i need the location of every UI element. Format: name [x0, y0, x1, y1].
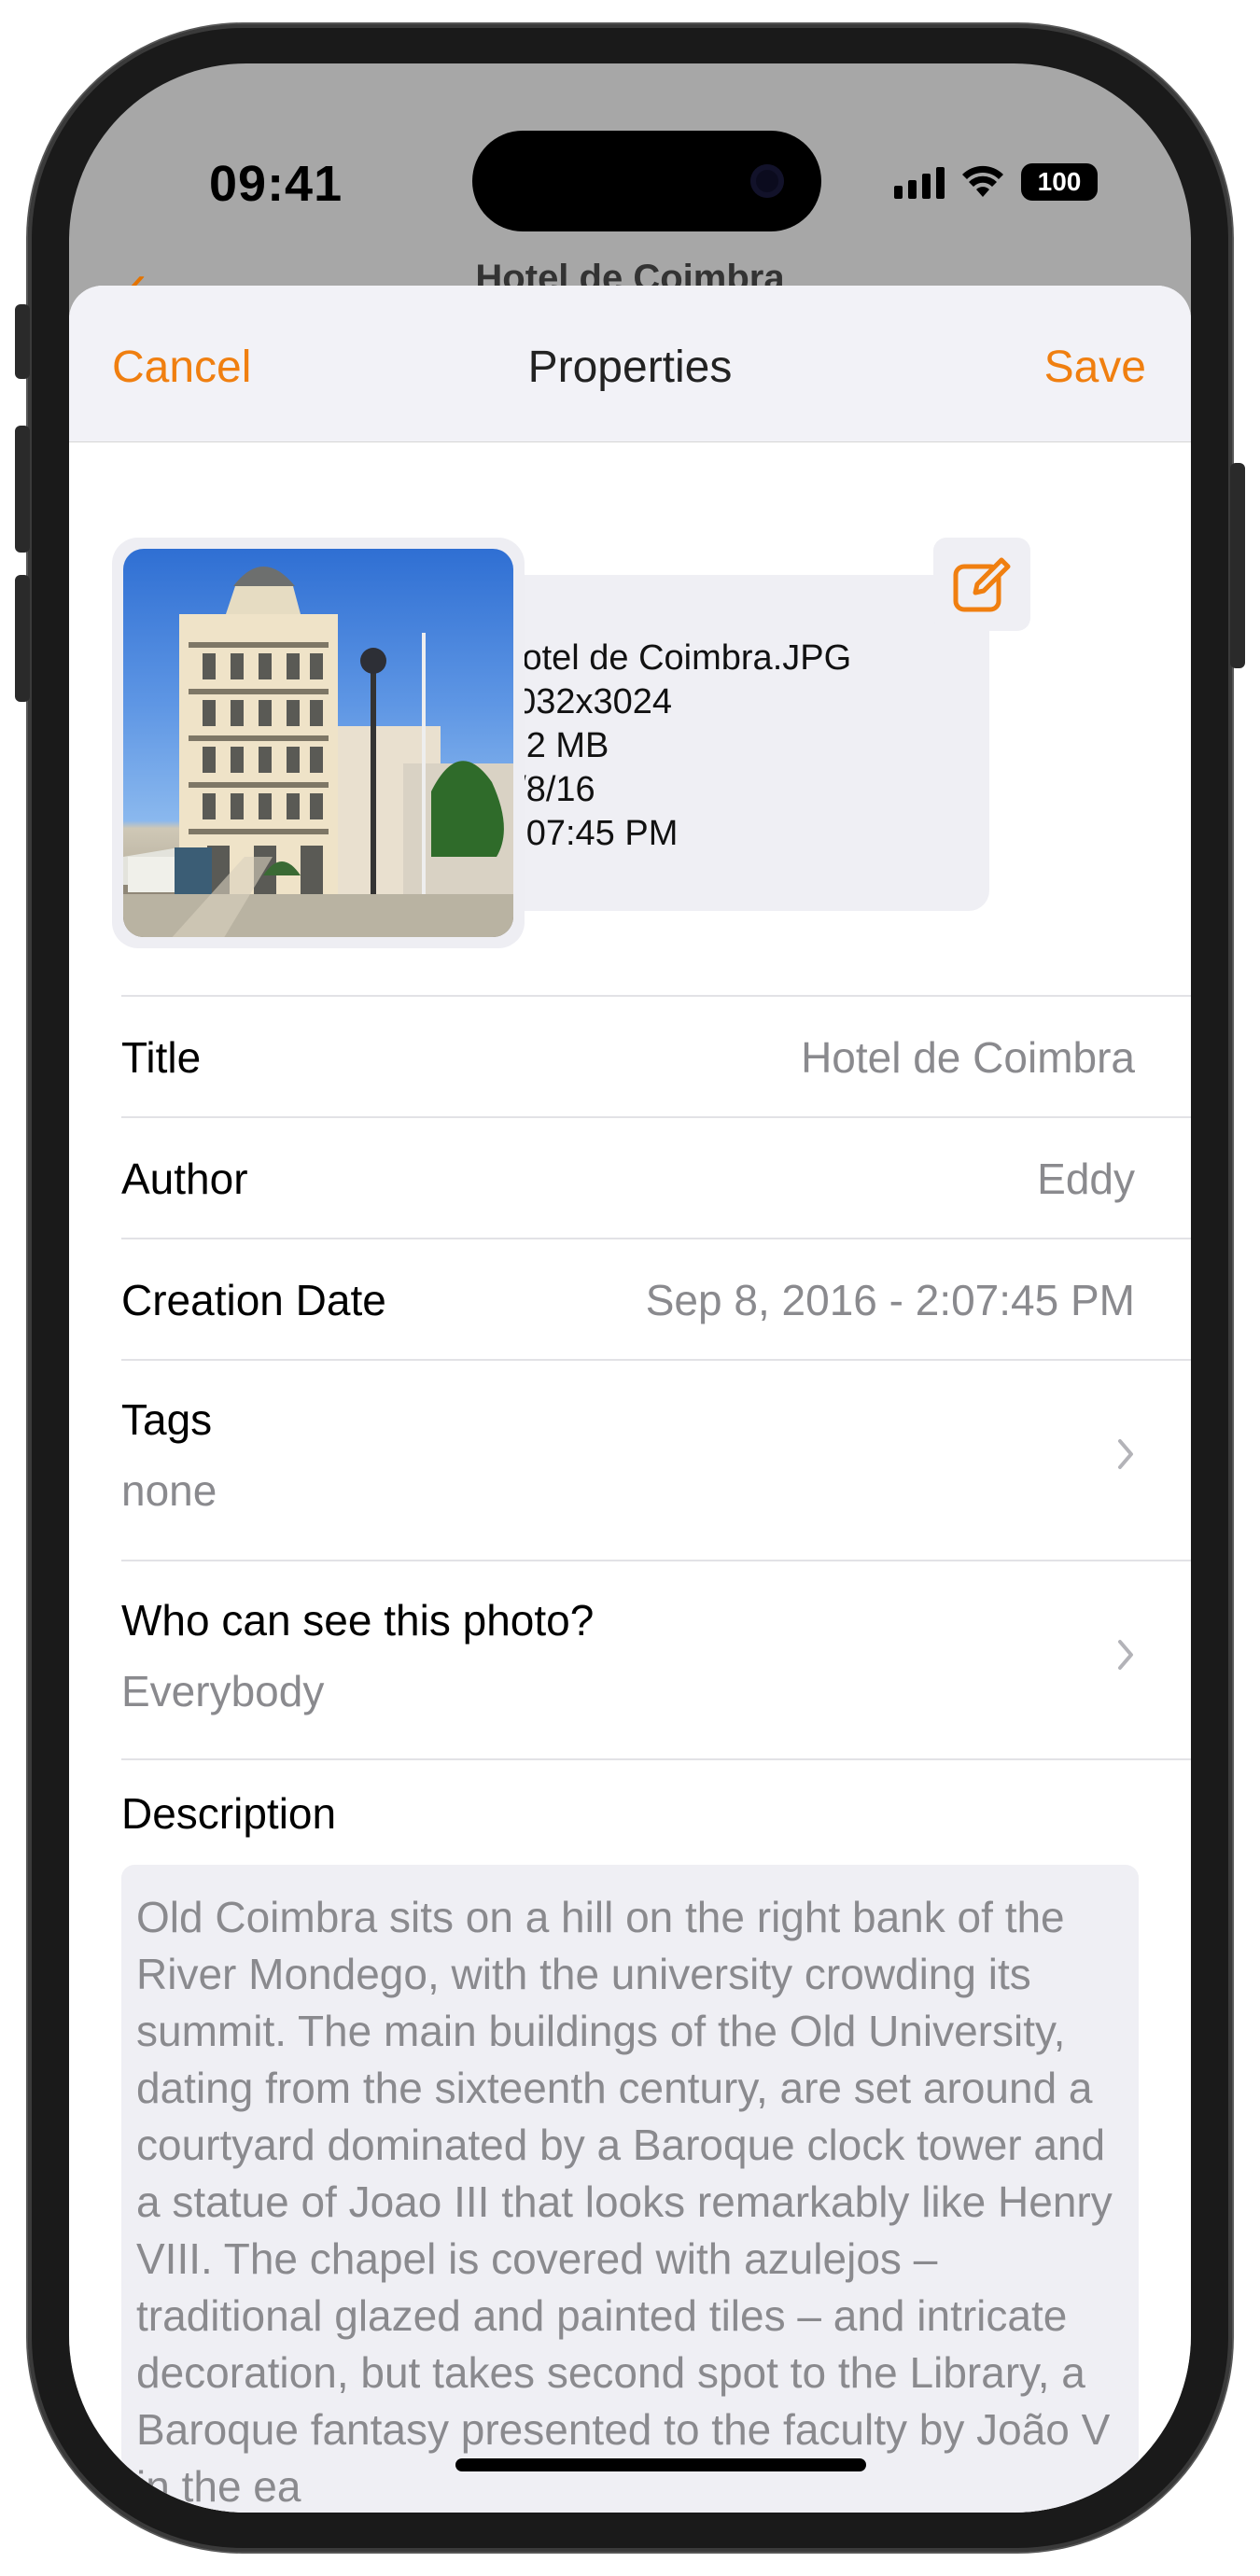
photo-card: Hotel de Coimbra.JPG 4032x3024 3.2 MB 9/…	[112, 538, 1045, 948]
status-icons: 100	[894, 161, 1098, 203]
photo-filename: Hotel de Coimbra.JPG	[497, 638, 852, 678]
sheet-title: Properties	[527, 343, 733, 392]
chevron-right-icon	[1118, 1640, 1133, 1670]
photo-size: 3.2 MB	[497, 726, 609, 765]
edit-photo-button[interactable]	[933, 538, 1030, 631]
photo-thumbnail	[123, 549, 513, 937]
tags-label: Tags	[121, 1395, 213, 1444]
photo-dimensions: 4032x3024	[497, 682, 673, 721]
dynamic-island	[472, 131, 821, 231]
photo-thumbnail-frame[interactable]	[112, 538, 525, 948]
photo-metadata: Hotel de Coimbra.JPG 4032x3024 3.2 MB 9/…	[497, 637, 851, 856]
description-label: Description	[121, 1789, 337, 1838]
power-button	[1230, 463, 1245, 668]
creation-date-value[interactable]: Sep 8, 2016 - 2:07:45 PM	[646, 1275, 1135, 1325]
status-time: 09:41	[209, 156, 343, 212]
signal-icon	[894, 165, 945, 199]
title-label: Title	[121, 1033, 202, 1082]
author-row[interactable]: Author Eddy	[121, 1116, 1191, 1238]
action-button	[15, 304, 30, 379]
front-camera	[750, 164, 784, 198]
screen: 09:41 100 ‹ Hotel de Coimbra Cancel Prop…	[69, 63, 1191, 2513]
tags-value: none	[121, 1466, 217, 1515]
photo-info-panel: Hotel de Coimbra.JPG 4032x3024 3.2 MB 9/…	[467, 575, 989, 911]
chevron-right-icon	[1118, 1439, 1133, 1469]
tags-row[interactable]: Tags none	[121, 1359, 1191, 1560]
volume-up-button	[15, 426, 30, 553]
save-button[interactable]: Save	[1044, 342, 1146, 393]
status-bar: 09:41 100	[69, 63, 1191, 287]
creation-date-label: Creation Date	[121, 1276, 386, 1324]
home-indicator[interactable]	[455, 2458, 866, 2471]
title-value[interactable]: Hotel de Coimbra	[801, 1032, 1135, 1083]
wifi-icon	[962, 165, 1003, 197]
author-value[interactable]: Eddy	[1037, 1154, 1135, 1204]
volume-down-button	[15, 575, 30, 702]
phone-frame: 09:41 100 ‹ Hotel de Coimbra Cancel Prop…	[15, 24, 1245, 2552]
author-label: Author	[121, 1155, 248, 1203]
edit-square-pencil-icon	[953, 557, 1011, 612]
visibility-row[interactable]: Who can see this photo? Everybody	[121, 1560, 1191, 1760]
battery-icon: 100	[1021, 163, 1098, 201]
creation-date-row[interactable]: Creation Date Sep 8, 2016 - 2:07:45 PM	[121, 1238, 1191, 1359]
properties-list: Title Hotel de Coimbra Author Eddy Creat…	[121, 995, 1191, 1760]
visibility-label: Who can see this photo?	[121, 1596, 595, 1645]
properties-sheet: Cancel Properties Save Hotel de Coimbra.…	[69, 286, 1191, 2513]
building-photo-image	[123, 567, 513, 937]
title-row[interactable]: Title Hotel de Coimbra	[121, 995, 1191, 1116]
sheet-header: Cancel Properties Save	[69, 286, 1191, 442]
description-textarea[interactable]: Old Coimbra sits on a hill on the right …	[121, 1865, 1139, 2513]
photo-date: 9/8/16	[497, 770, 595, 809]
visibility-value: Everybody	[121, 1667, 325, 1715]
photo-time: 2:07:45 PM	[497, 814, 679, 853]
